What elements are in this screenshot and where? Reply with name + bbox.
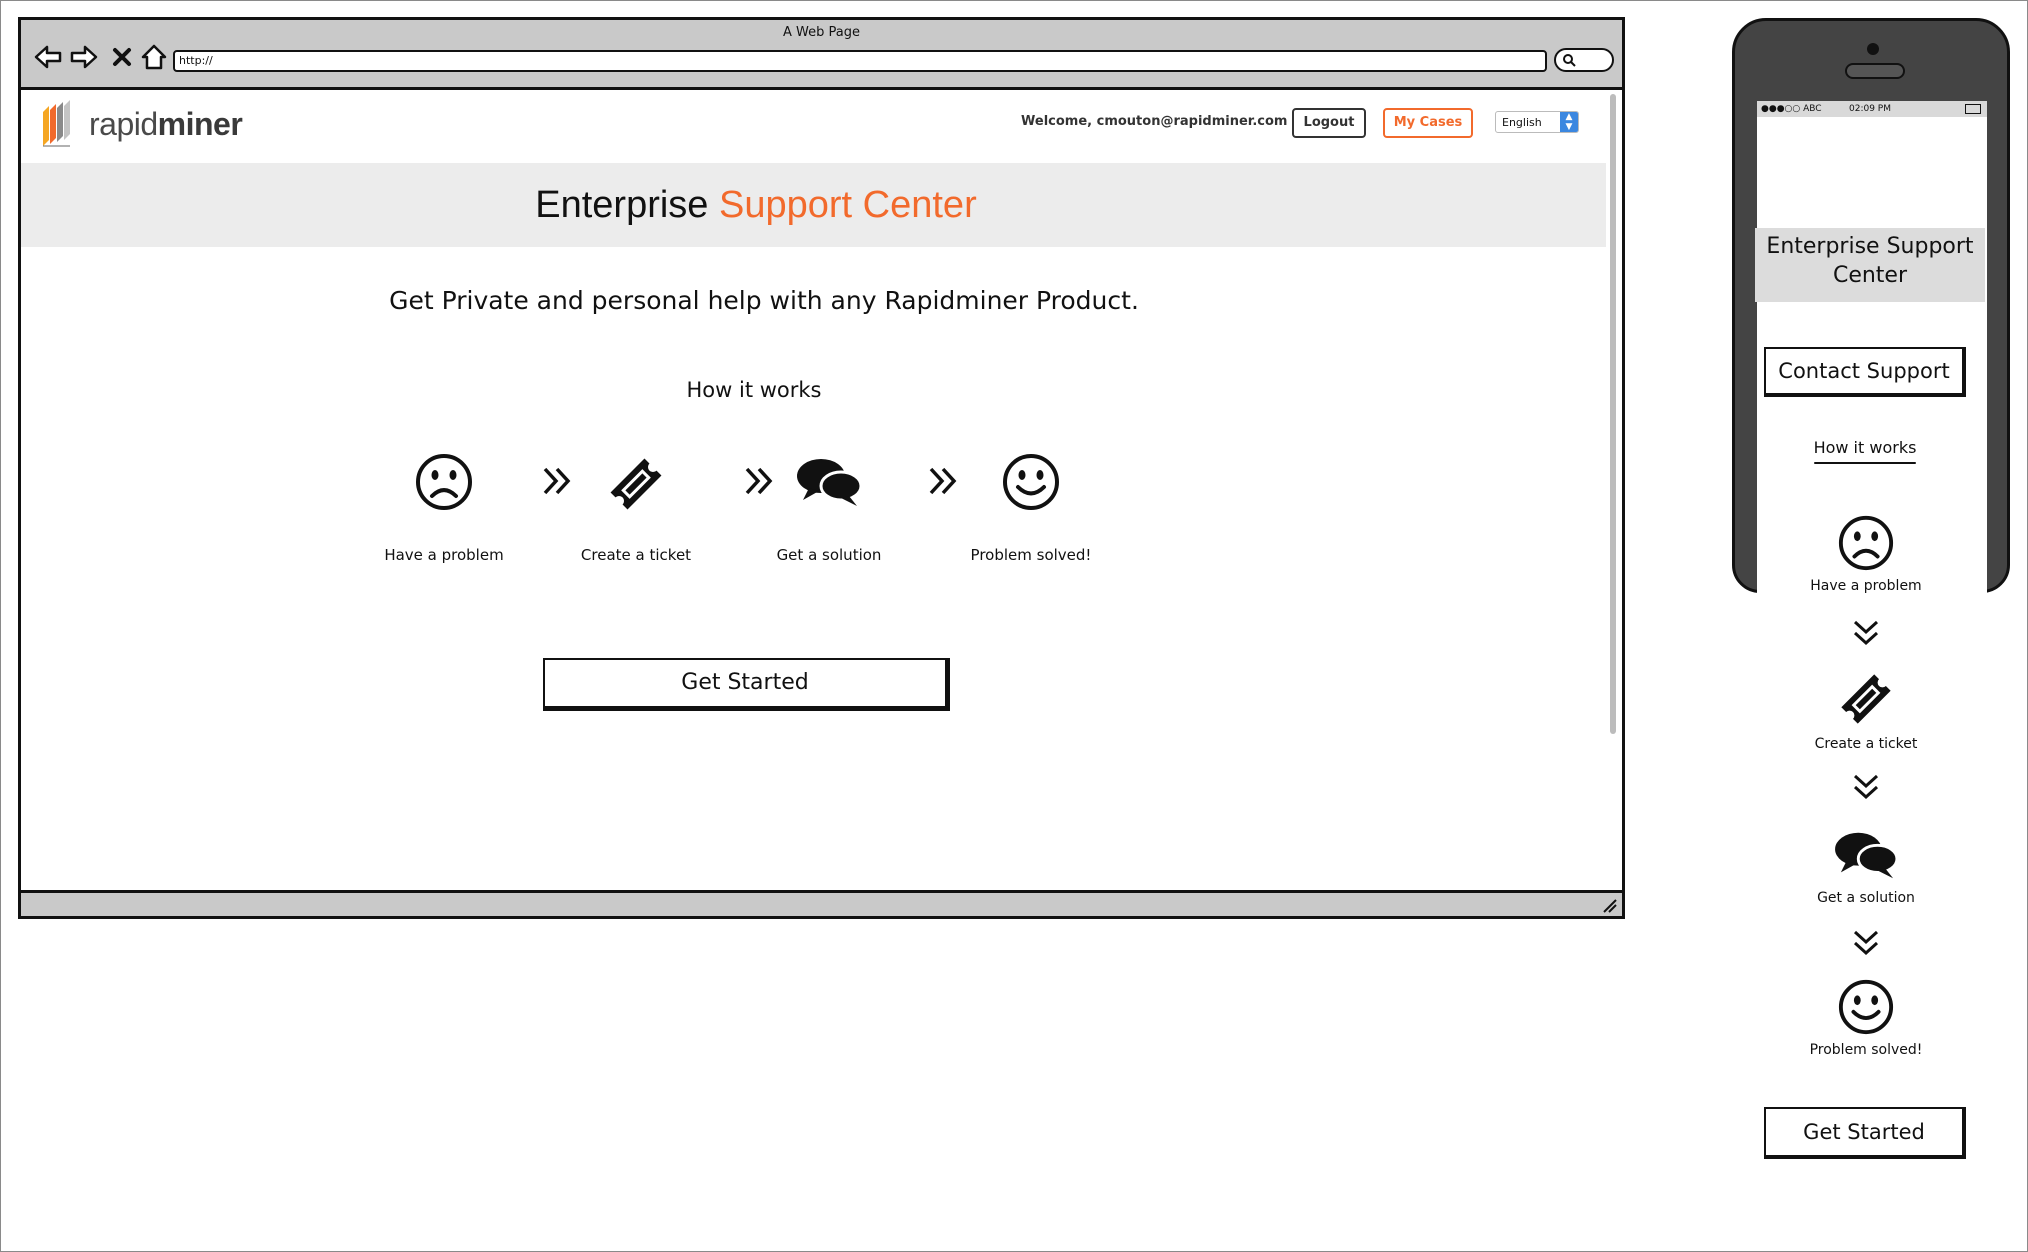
page-subtitle: Get Private and personal help with any R… — [389, 286, 1139, 315]
step-label: Get a solution — [1817, 890, 1915, 906]
hero-banner: Enterprise Support Center — [21, 163, 1606, 247]
step-label: Create a ticket — [1814, 736, 1918, 752]
rapidminer-logo-icon — [43, 100, 70, 147]
smiley-face-icon — [1003, 454, 1059, 510]
step-label: Have a problem — [384, 546, 504, 564]
step-label: Problem solved! — [1809, 1042, 1923, 1058]
step-label: Problem solved! — [970, 546, 1092, 564]
close-x-icon[interactable] — [107, 42, 137, 72]
language-select-value: English — [1502, 116, 1542, 129]
double-chevron-down-icon — [1853, 620, 1879, 646]
page-viewport: rapidminer Welcome, cmouton@rapidminer.c… — [21, 90, 1622, 890]
battery-icon — [1965, 104, 1981, 114]
chat-bubbles-icon — [1835, 832, 1899, 879]
step-have-a-problem: Have a problem — [364, 452, 524, 564]
ios-status-bar: ●●●○○ ABC 02:09 PM — [1757, 101, 1987, 117]
rapidminer-logo[interactable]: rapidminer — [37, 100, 243, 148]
how-it-works-underline — [1814, 462, 1916, 464]
browser-titlebar: A Web Page http:// — [21, 20, 1622, 90]
logo-wordmark: rapidminer — [89, 105, 243, 142]
step-label: Have a problem — [1810, 578, 1922, 594]
mobile-step-problem-solved: Problem solved! — [1786, 978, 1946, 1058]
ticket-icon — [1841, 674, 1891, 724]
mobile-get-started-button[interactable]: Get Started — [1764, 1107, 1966, 1159]
vertical-scrollbar[interactable] — [1610, 94, 1616, 734]
url-input[interactable]: http:// — [173, 50, 1547, 72]
mobile-hero-title: Enterprise Support Center — [1755, 228, 1985, 302]
phone-speaker — [1845, 63, 1905, 79]
select-arrows-icon: ▲ ▼ — [1560, 112, 1578, 132]
step-get-a-solution: Get a solution — [749, 452, 909, 564]
smiley-face-icon — [1838, 979, 1894, 1035]
how-it-works-heading: How it works — [686, 378, 822, 402]
mobile-step-get-a-solution: Get a solution — [1786, 826, 1946, 906]
sad-face-icon — [1838, 515, 1894, 571]
home-icon[interactable] — [139, 42, 169, 72]
browser-search-field[interactable] — [1554, 48, 1614, 72]
ticket-icon — [610, 458, 662, 510]
page-title-accent: Support Center — [719, 184, 977, 226]
double-chevron-down-icon — [1853, 774, 1879, 800]
chat-bubbles-icon — [797, 459, 863, 506]
mobile-how-it-works-heading: How it works — [1813, 438, 1917, 457]
language-select[interactable]: English ▲ ▼ — [1495, 111, 1579, 133]
resize-grip-icon[interactable] — [1600, 898, 1618, 914]
browser-statusbar — [21, 890, 1622, 916]
logout-button[interactable]: Logout — [1292, 108, 1366, 138]
double-chevron-down-icon — [1853, 930, 1879, 956]
mobile-step-create-a-ticket: Create a ticket — [1786, 668, 1946, 752]
welcome-text: Welcome, cmouton@rapidminer.com — [1021, 114, 1288, 129]
mobile-step-have-a-problem: Have a problem — [1786, 514, 1946, 594]
status-carrier: ●●●○○ ABC — [1761, 104, 1822, 114]
back-arrow-icon[interactable] — [33, 42, 63, 72]
step-problem-solved: Problem solved! — [951, 452, 1111, 564]
contact-support-button[interactable]: Contact Support — [1764, 347, 1966, 397]
page-title: Enterprise Support Center — [535, 184, 977, 226]
mobile-phone-frame: ●●●○○ ABC 02:09 PM — [1732, 18, 2010, 596]
forward-arrow-icon[interactable] — [69, 42, 99, 72]
step-label: Create a ticket — [580, 546, 692, 564]
status-time: 02:09 PM — [1849, 104, 1891, 114]
search-icon — [1563, 54, 1576, 67]
step-label: Get a solution — [776, 546, 882, 564]
browser-window: A Web Page http:// rapidminer Welcome, c… — [18, 17, 1625, 919]
phone-camera — [1867, 43, 1879, 55]
get-started-button[interactable]: Get Started — [543, 658, 950, 711]
my-cases-button[interactable]: My Cases — [1383, 108, 1473, 138]
sad-face-icon — [416, 454, 472, 510]
step-create-a-ticket: Create a ticket — [556, 452, 716, 564]
window-title: A Web Page — [783, 25, 860, 40]
